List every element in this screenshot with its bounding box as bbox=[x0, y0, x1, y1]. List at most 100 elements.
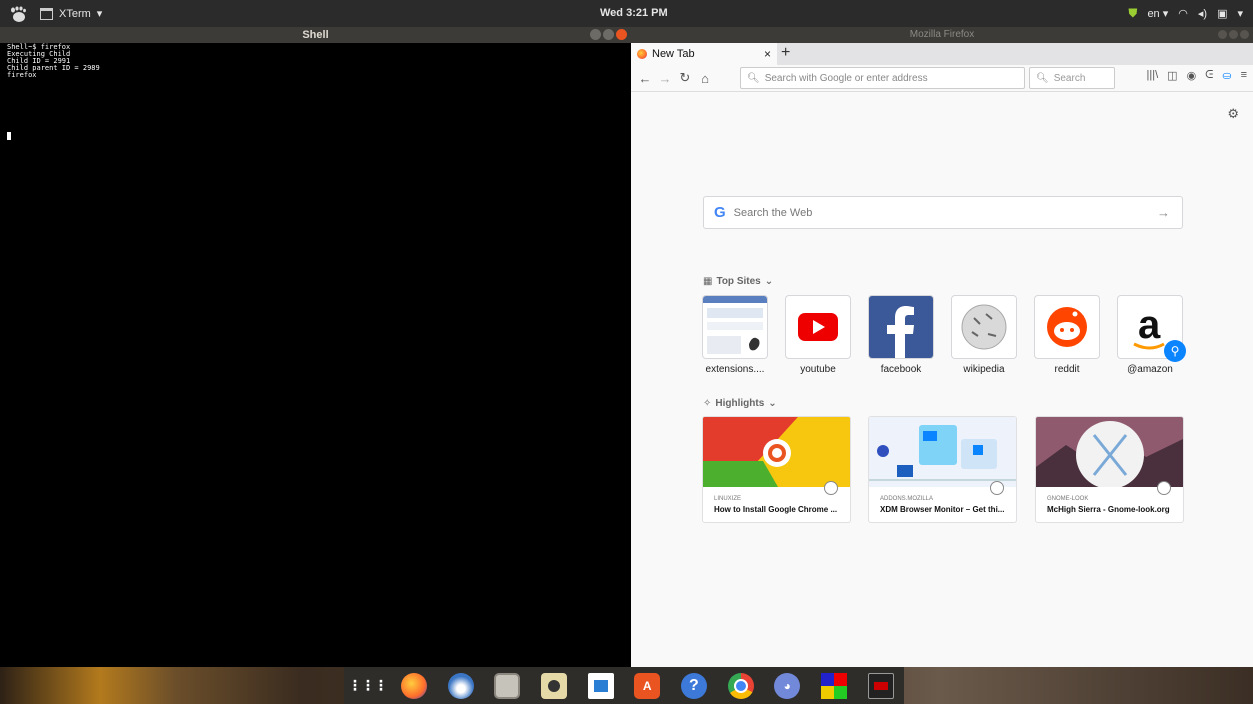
app-menu[interactable]: XTerm ▾ bbox=[40, 7, 102, 20]
search-icon: 🔍︎ bbox=[747, 72, 760, 84]
firefox-window-title: Mozilla Firefox bbox=[909, 29, 975, 40]
top-bar: XTerm ▾ Wed 3:21 PM ⛊ en ▾ ◠ ◂) ▣ ▾ bbox=[0, 0, 1253, 27]
xterm-title: Shell bbox=[302, 29, 329, 41]
sidebar-icon[interactable]: ◫ bbox=[1167, 69, 1177, 82]
highlight-source: GNOME-LOOK bbox=[1047, 496, 1089, 502]
xterm-window[interactable]: Shell Shell~$ firefox Executing Child Ch… bbox=[0, 27, 631, 667]
wifi-icon[interactable]: ◠ bbox=[1178, 7, 1188, 20]
google-logo-icon: G bbox=[714, 204, 726, 221]
minimize-button[interactable] bbox=[1218, 30, 1227, 39]
ubuntu-software-icon[interactable]: A bbox=[634, 672, 661, 699]
top-site-youtube[interactable] bbox=[786, 296, 850, 358]
help-icon[interactable]: ? bbox=[680, 672, 707, 699]
back-arrow-icon[interactable]: ← bbox=[635, 71, 655, 86]
close-button[interactable] bbox=[1240, 30, 1249, 39]
hamburger-menu-icon[interactable]: ≡ bbox=[1241, 69, 1247, 82]
gnome-extension-icon[interactable]: ᕮ bbox=[1205, 69, 1213, 82]
chrome-icon[interactable] bbox=[727, 672, 754, 699]
highlight-thumbnail bbox=[869, 417, 1016, 495]
chevron-down-icon: ⌄ bbox=[764, 276, 774, 287]
clock-icon bbox=[990, 481, 1004, 495]
highlight-card[interactable]: ADDONS.MOZILLA XDM Browser Monitor – Get… bbox=[869, 417, 1016, 522]
system-menu-chevron-icon[interactable]: ▾ bbox=[1237, 7, 1243, 20]
tab-strip: New Tab × + bbox=[631, 43, 1253, 65]
xterm-titlebar[interactable]: Shell bbox=[0, 27, 631, 43]
search-shortcut-badge-icon: ⚲ bbox=[1164, 340, 1186, 362]
battery-icon[interactable]: ▣ bbox=[1217, 7, 1227, 20]
top-site-facebook[interactable] bbox=[869, 296, 933, 358]
top-site-label: wikipedia bbox=[963, 364, 1005, 375]
url-bar-placeholder: Search with Google or enter address bbox=[764, 72, 928, 84]
forward-arrow-icon[interactable]: → bbox=[655, 71, 675, 86]
new-tab-button[interactable]: + bbox=[781, 44, 790, 62]
gear-icon[interactable]: ⚙ bbox=[1227, 106, 1239, 122]
firefox-titlebar[interactable]: Mozilla Firefox bbox=[631, 27, 1253, 43]
maximize-button[interactable] bbox=[603, 29, 614, 40]
xdm-extension-icon[interactable]: ⛀ bbox=[1222, 69, 1231, 82]
highlights-header[interactable]: ✧ Highlights ⌄ bbox=[703, 398, 777, 409]
xterm-icon[interactable] bbox=[867, 672, 894, 699]
top-site-label: reddit bbox=[1054, 364, 1080, 375]
dock: ⋮⋮⋮ A ? ◕ bbox=[344, 667, 904, 704]
highlight-card[interactable]: LINUXIZE How to Install Google Chrome ..… bbox=[703, 417, 850, 522]
top-site-reddit[interactable] bbox=[1035, 296, 1099, 358]
chevron-down-icon: ⌄ bbox=[768, 398, 777, 409]
top-site-label: facebook bbox=[880, 364, 922, 375]
close-button[interactable] bbox=[616, 29, 627, 40]
thunderbird-icon[interactable] bbox=[447, 672, 474, 699]
top-sites-header[interactable]: ▦ Top Sites ⌄ bbox=[703, 276, 773, 287]
highlight-title: McHigh Sierra - Gnome-look.org bbox=[1047, 505, 1170, 514]
top-sites-title: Top Sites bbox=[716, 276, 761, 287]
close-tab-icon[interactable]: × bbox=[764, 47, 771, 61]
sparkle-icon: ✧ bbox=[703, 398, 712, 409]
url-bar[interactable]: 🔍︎ Search with Google or enter address bbox=[740, 67, 1025, 89]
grid-icon: ▦ bbox=[703, 276, 713, 287]
highlight-title: XDM Browser Monitor – Get thi... bbox=[880, 505, 1005, 514]
highlight-title: How to Install Google Chrome ... bbox=[714, 505, 838, 514]
volume-icon[interactable]: ◂) bbox=[1198, 7, 1207, 20]
search-bar[interactable]: 🔍︎ Search bbox=[1029, 67, 1115, 89]
activities-gnome-icon[interactable] bbox=[4, 0, 32, 27]
maximize-button[interactable] bbox=[1229, 30, 1238, 39]
svg-text:a: a bbox=[1138, 303, 1161, 347]
library-icon[interactable]: |||\ bbox=[1147, 69, 1159, 82]
reload-icon[interactable]: ↻ bbox=[675, 70, 695, 86]
app-menu-label: XTerm bbox=[59, 7, 91, 20]
tab-new-tab[interactable]: New Tab × bbox=[631, 43, 777, 65]
home-icon[interactable]: ⌂ bbox=[695, 71, 715, 86]
show-apps-icon[interactable]: ⋮⋮⋮ bbox=[348, 673, 388, 699]
top-site-label: @amazon bbox=[1127, 364, 1173, 375]
keyboard-layout[interactable]: en ▾ bbox=[1147, 7, 1168, 20]
highlight-thumbnail bbox=[703, 417, 850, 495]
discord-icon[interactable]: ◕ bbox=[774, 672, 801, 699]
top-site-amazon[interactable]: a ⚲ bbox=[1118, 296, 1186, 362]
libreoffice-writer-icon[interactable] bbox=[587, 672, 614, 699]
system-tray: ⛊ en ▾ ◠ ◂) ▣ ▾ bbox=[1128, 0, 1243, 27]
shield-icon[interactable]: ⛊ bbox=[1128, 6, 1137, 21]
firefox-icon[interactable] bbox=[400, 672, 427, 699]
extension-icon[interactable]: ◉ bbox=[1187, 69, 1197, 82]
terminal-line: firefox bbox=[7, 71, 37, 79]
newtab-content: ⚙ G Search the Web → ▦ Top Sites ⌄ a ⚲ e… bbox=[631, 92, 1253, 667]
submit-arrow-icon[interactable]: → bbox=[1157, 205, 1170, 220]
firefox-logo-icon bbox=[637, 49, 647, 59]
colors-app-icon[interactable] bbox=[820, 672, 847, 699]
rhythmbox-icon[interactable] bbox=[540, 672, 567, 699]
top-site-extensions[interactable] bbox=[703, 296, 767, 358]
chevron-down-icon: ▾ bbox=[96, 8, 103, 20]
top-site-label: youtube bbox=[800, 364, 836, 375]
firefox-window[interactable]: Mozilla Firefox New Tab × + ← → ↻ ⌂ 🔍︎ S… bbox=[631, 27, 1253, 667]
minimize-button[interactable] bbox=[590, 29, 601, 40]
keyboard-layout-label: en bbox=[1147, 8, 1160, 20]
web-search-box[interactable]: G Search the Web → bbox=[703, 196, 1183, 229]
files-icon[interactable] bbox=[494, 672, 521, 699]
toolbar-icons: |||\ ◫ ◉ ᕮ ⛀ ≡ bbox=[1147, 69, 1247, 82]
top-site-wikipedia[interactable] bbox=[952, 296, 1016, 358]
highlight-source: ADDONS.MOZILLA bbox=[880, 496, 934, 502]
highlights-title: Highlights bbox=[715, 398, 765, 409]
highlight-card[interactable]: GNOME-LOOK McHigh Sierra - Gnome-look.or… bbox=[1036, 417, 1183, 522]
clock[interactable]: Wed 3:21 PM bbox=[600, 0, 668, 27]
highlight-source: LINUXIZE bbox=[714, 496, 742, 502]
clock-icon bbox=[824, 481, 838, 495]
terminal-cursor bbox=[7, 132, 11, 140]
